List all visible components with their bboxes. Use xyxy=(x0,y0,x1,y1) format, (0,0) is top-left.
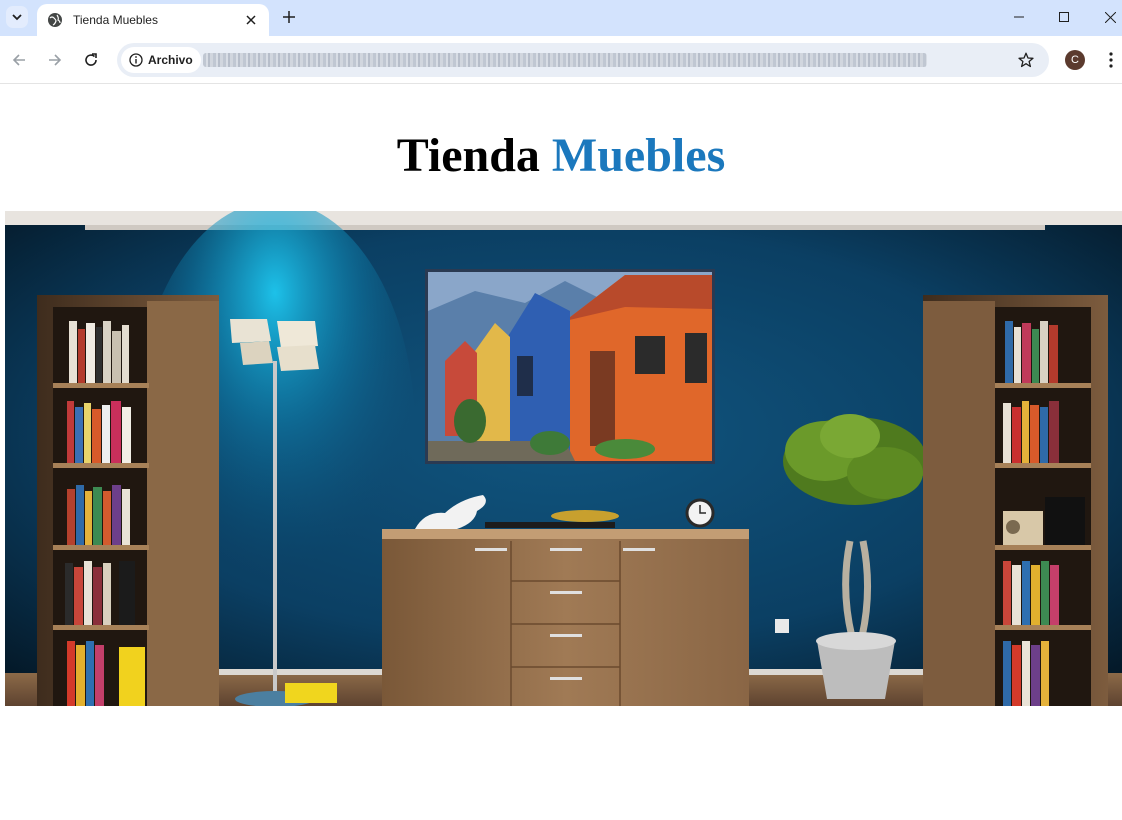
close-icon xyxy=(246,15,256,25)
window-close-icon xyxy=(1104,11,1116,23)
reload-button[interactable] xyxy=(79,48,103,72)
forward-arrow-icon xyxy=(49,54,62,66)
minimize-button[interactable] xyxy=(996,0,1042,34)
page-content: Tienda Muebles xyxy=(0,84,1122,820)
star-icon xyxy=(1018,52,1034,68)
hero-image xyxy=(5,211,1122,706)
maximize-button[interactable] xyxy=(1041,0,1087,34)
hero-room-illustration xyxy=(5,211,1122,706)
page-title-word-1: Tienda xyxy=(396,129,540,182)
more-vert-icon xyxy=(1109,52,1113,68)
forward-button[interactable] xyxy=(43,48,67,72)
info-icon xyxy=(129,53,143,67)
tab-search-icon xyxy=(12,14,22,21)
tab-title: Tienda Muebles xyxy=(73,13,158,27)
browser-menu-button[interactable] xyxy=(1101,50,1121,70)
back-button[interactable] xyxy=(7,48,31,72)
maximize-icon xyxy=(1059,12,1069,22)
new-tab-button[interactable] xyxy=(278,6,300,28)
bookmark-button[interactable] xyxy=(1017,51,1035,69)
active-tab[interactable]: Tienda Muebles xyxy=(37,4,269,36)
reload-icon xyxy=(85,53,97,66)
plus-icon xyxy=(283,11,295,23)
window-close-button[interactable] xyxy=(1087,0,1122,34)
site-info-chip[interactable]: Archivo xyxy=(121,47,201,73)
tab-search-button[interactable] xyxy=(6,6,28,28)
minimize-icon xyxy=(1014,16,1024,18)
page-title-word-2: Muebles xyxy=(551,129,726,182)
address-bar[interactable]: Archivo xyxy=(117,43,1049,77)
tab-strip: Tienda Muebles xyxy=(0,0,1122,36)
url-text-blurred[interactable] xyxy=(203,53,927,67)
tab-close-button[interactable] xyxy=(243,12,259,28)
back-arrow-icon xyxy=(12,54,25,66)
site-info-label: Archivo xyxy=(148,53,193,67)
page-title: Tienda Muebles xyxy=(0,128,1122,184)
globe-icon xyxy=(48,13,62,27)
browser-toolbar: Archivo C xyxy=(0,36,1122,84)
profile-avatar[interactable]: C xyxy=(1065,50,1085,70)
